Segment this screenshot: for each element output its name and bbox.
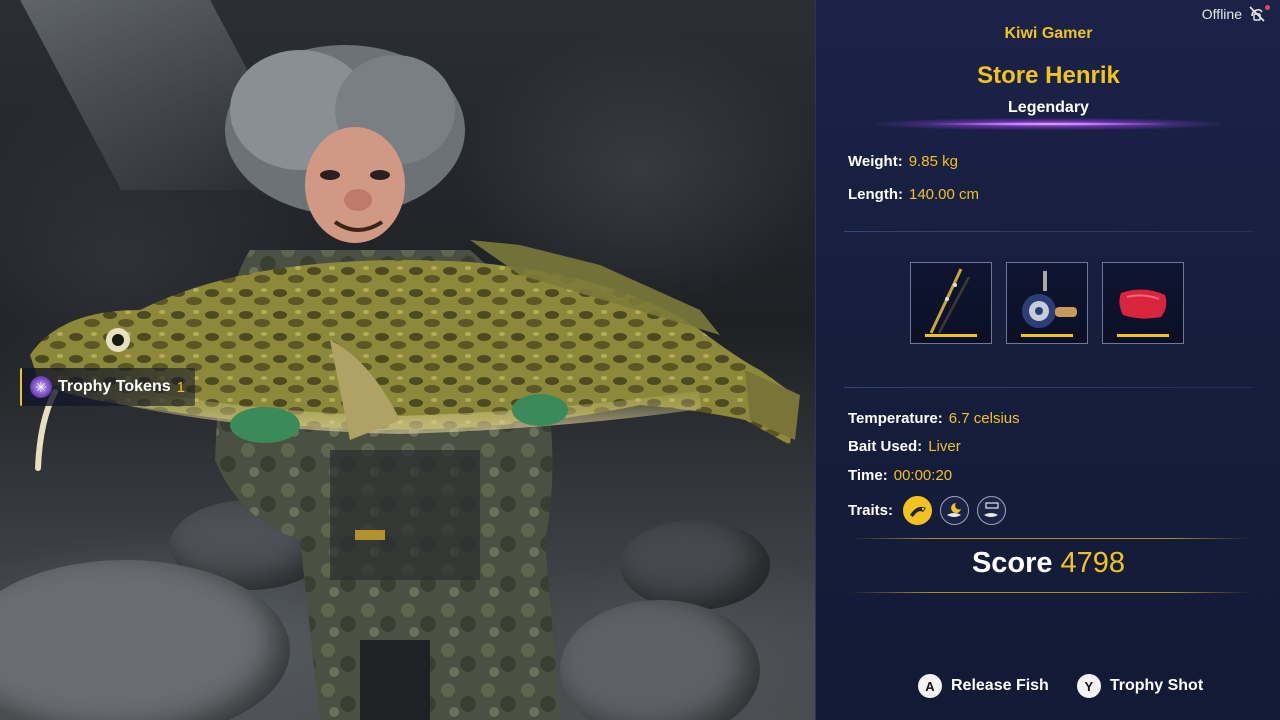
temperature-label: Temperature: xyxy=(848,410,943,427)
spinning-reel-icon xyxy=(1022,271,1077,328)
y-button-icon: Y xyxy=(1076,674,1101,698)
trophy-tokens-badge: ✳ Trophy Tokens 1 xyxy=(20,368,195,406)
divider xyxy=(844,387,1254,388)
rarity-label: Legendary xyxy=(1008,99,1089,116)
bottom-dweller-trait-icon[interactable] xyxy=(977,496,1007,525)
score-divider-top xyxy=(850,538,1250,539)
bait-value: Liver xyxy=(928,438,961,455)
gear-loadout xyxy=(910,262,1184,344)
bait-stat: Bait Used: Liver xyxy=(848,438,961,455)
trophy-shot-button[interactable]: Y Trophy Shot xyxy=(1076,674,1204,698)
score-display: Score 4798 xyxy=(816,547,1280,580)
temperature-stat: Temperature: 6.7 celsius xyxy=(848,410,1020,427)
offline-icon xyxy=(1248,5,1270,23)
score-value: 4798 xyxy=(1060,547,1126,579)
trophy-token-icon: ✳ xyxy=(30,376,52,398)
gear-slot-rod[interactable] xyxy=(910,262,992,344)
release-fish-button[interactable]: A Release Fish xyxy=(918,674,1049,698)
release-fish-label: Release Fish xyxy=(951,677,1049,694)
length-label: Length: xyxy=(848,186,903,203)
connection-status: Offline xyxy=(1201,5,1270,23)
weight-label: Weight: xyxy=(848,153,903,170)
angler-holding-fish xyxy=(30,45,800,720)
gear-slot-reel[interactable] xyxy=(1006,262,1088,344)
bait-label: Bait Used: xyxy=(848,438,923,455)
length-value: 140.00 cm xyxy=(908,186,980,203)
a-button-icon: A xyxy=(918,674,942,698)
player-name: Kiwi Gamer xyxy=(1004,25,1093,42)
trophy-shot-label: Trophy Shot xyxy=(1109,677,1204,694)
weight-stat: Weight: 9.85 kg xyxy=(848,153,958,170)
time-value: 00:00:20 xyxy=(893,467,953,484)
length-stat: Length: 140.00 cm xyxy=(848,186,979,203)
weight-value: 9.85 kg xyxy=(908,153,958,170)
trophy-tokens-label: Trophy Tokens xyxy=(58,378,171,395)
time-label: Time: xyxy=(848,467,888,484)
traits-label: Traits: xyxy=(848,502,894,519)
score-divider-bottom xyxy=(850,592,1250,593)
fishing-rod-icon xyxy=(929,268,971,334)
gear-slot-bait[interactable] xyxy=(1102,262,1184,344)
catch-info-panel: Offline Kiwi Gamer Store Henrik Legendar… xyxy=(815,0,1280,720)
offline-label: Offline xyxy=(1201,6,1242,22)
time-stat: Time: 00:00:20 xyxy=(848,467,952,484)
button-prompts: A Release Fish Y Trophy Shot xyxy=(918,674,1203,698)
divider xyxy=(844,231,1254,232)
bait-liver-icon xyxy=(1119,289,1167,319)
catch-scene: ✳ Trophy Tokens 1 xyxy=(0,0,815,720)
traits-row: Traits: xyxy=(848,496,1007,525)
fish-name: Store Henrik xyxy=(977,62,1120,89)
trophy-tokens-count: 1 xyxy=(176,378,185,396)
night-feeder-trait-icon[interactable] xyxy=(940,496,970,525)
predator-trait-icon[interactable] xyxy=(903,496,933,525)
score-label: Score xyxy=(971,547,1053,579)
rarity-divider xyxy=(926,123,1171,125)
temperature-value: 6.7 celsius xyxy=(948,410,1020,427)
